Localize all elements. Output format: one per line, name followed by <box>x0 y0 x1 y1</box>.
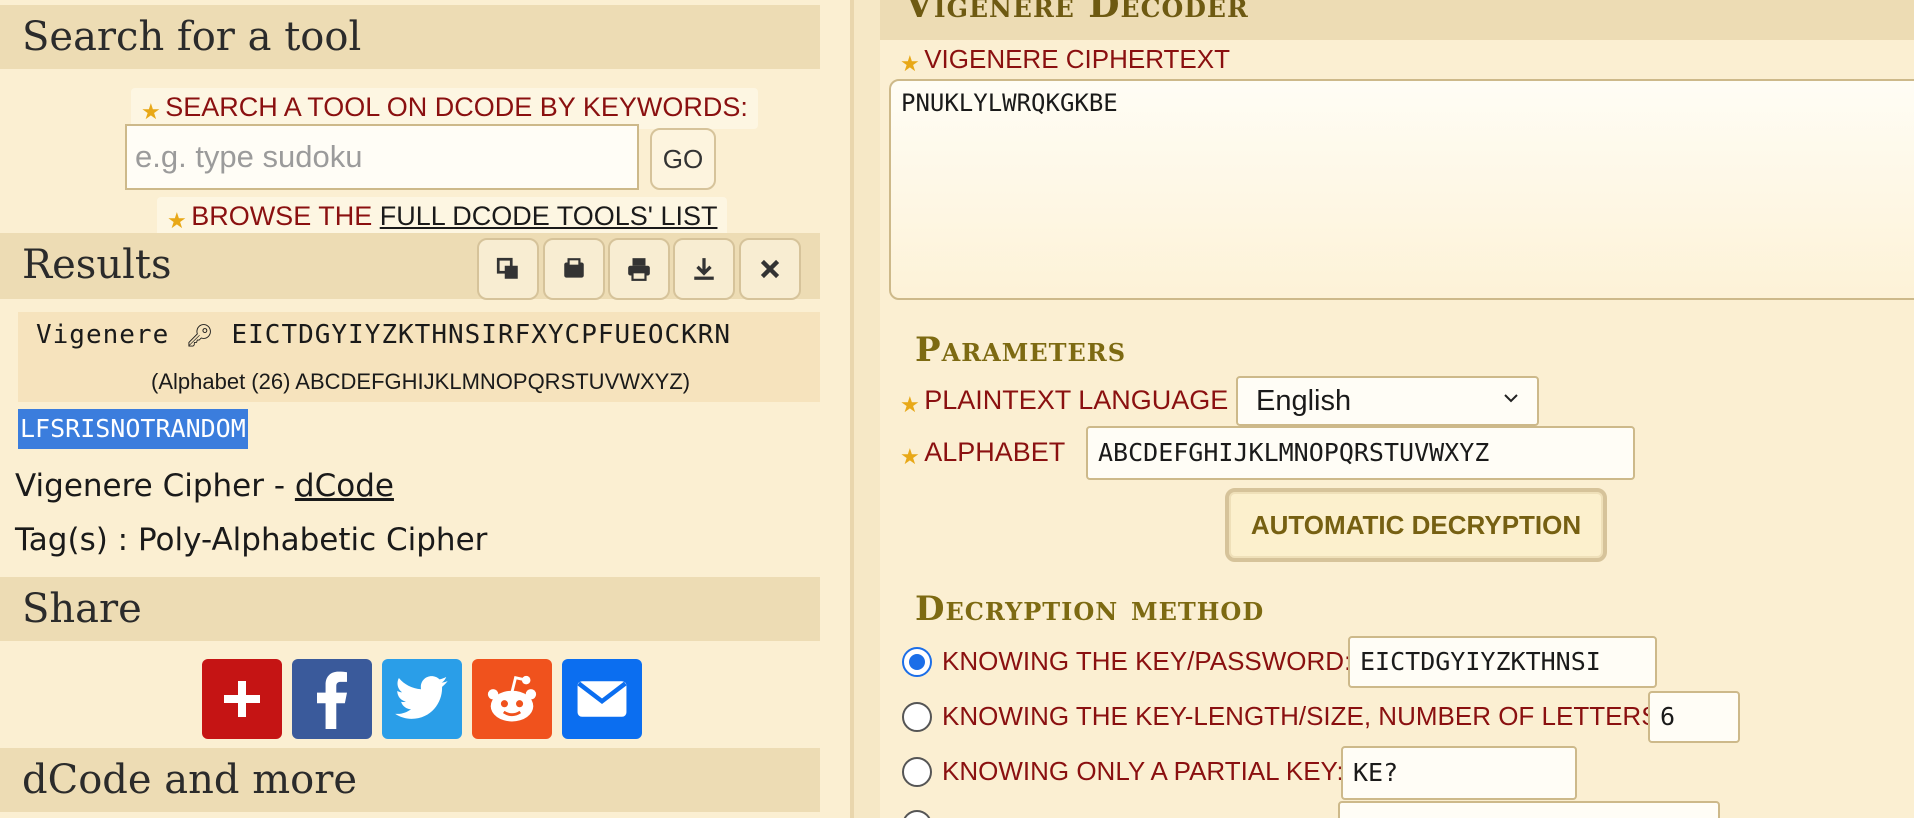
result-key: EICTDGYIYZKTHNSIRFXYCPFUEOCKRN <box>231 320 732 350</box>
reddit-share-button[interactable] <box>472 659 552 739</box>
method-length-label: KNOWING THE KEY-LENGTH/SIZE, NUMBER OF L… <box>942 701 1666 731</box>
tags-line: Tag(s) : Poly-Alphabetic Cipher <box>15 522 488 558</box>
plaintext-word-input[interactable] <box>1338 801 1720 818</box>
search-section-title: Search for a tool <box>0 5 820 69</box>
facebook-share-button[interactable] <box>292 659 372 739</box>
decryption-method-title: Decryption method <box>915 589 1265 629</box>
method-key-label: KNOWING THE KEY/PASSWORD: <box>942 646 1352 676</box>
key-input[interactable]: EICTDGYIYZKTHNSI <box>1348 636 1657 688</box>
clipboard-button[interactable] <box>543 238 605 300</box>
more-section-title: dCode and more <box>0 748 820 812</box>
facebook-icon <box>317 671 347 729</box>
copy-button[interactable] <box>477 238 539 300</box>
star-icon: ★ <box>900 50 920 76</box>
partial-key-input[interactable]: KE? <box>1341 746 1577 800</box>
close-icon <box>760 259 780 279</box>
method-plaintext-radio[interactable] <box>902 810 932 818</box>
key-icon: 🔑︎ <box>185 324 215 349</box>
result-box: Vigenere 🔑︎ EICTDGYIYZKTHNSIRFXYCPFUEOCK… <box>18 312 820 402</box>
alphabet-label: ★ ALPHABET <box>900 437 1066 469</box>
search-input[interactable] <box>125 124 639 190</box>
email-icon <box>577 681 627 717</box>
method-length-radio[interactable] <box>902 702 932 732</box>
star-icon: ★ <box>900 391 920 417</box>
method-partial-label: KNOWING ONLY A PARTIAL KEY: <box>942 756 1344 786</box>
addthis-share-button[interactable] <box>202 659 282 739</box>
ciphertext-label: ★ VIGENERE CIPHERTEXT <box>900 44 1230 76</box>
automatic-decryption-button[interactable]: AUTOMATIC DECRYPTION <box>1225 488 1607 562</box>
dcode-link[interactable]: dCode <box>295 468 394 504</box>
chevron-down-icon <box>1504 394 1518 403</box>
clipboard-icon <box>564 258 584 278</box>
addthis-icon <box>224 681 260 717</box>
result-plaintext[interactable]: LFSRISNOTRANDOM <box>18 409 248 449</box>
decoder-panel: Vigenere Decoder ★ VIGENERE CIPHERTEXT P… <box>880 0 1914 818</box>
download-button[interactable] <box>673 238 735 300</box>
result-tool-name: Vigenere <box>36 320 170 350</box>
star-icon: ★ <box>141 98 161 124</box>
method-key-radio[interactable] <box>902 647 932 677</box>
email-share-button[interactable] <box>562 659 642 739</box>
left-sidebar: Search for a tool ★ SEARCH A TOOL ON DCO… <box>0 0 850 818</box>
browse-line: ★ BROWSE THE FULL DCODE TOOLS' LIST <box>157 197 728 238</box>
twitter-icon <box>395 676 448 719</box>
parameters-title: Parameters <box>915 330 1127 370</box>
method-partial-radio[interactable] <box>902 757 932 787</box>
page-title: Vigenere Decoder <box>905 0 1249 26</box>
twitter-share-button[interactable] <box>382 659 462 739</box>
ciphertext-input[interactable]: PNUKLYLWRQKGKBE <box>889 79 1914 300</box>
reddit-icon <box>487 675 537 722</box>
full-tools-list-link[interactable]: FULL DCODE TOOLS' LIST <box>380 201 718 231</box>
result-line: Vigenere 🔑︎ EICTDGYIYZKTHNSIRFXYCPFUEOCK… <box>36 320 731 350</box>
close-button[interactable] <box>739 238 801 300</box>
print-button[interactable] <box>608 238 670 300</box>
copy-icon <box>496 257 518 279</box>
star-icon: ★ <box>167 207 187 233</box>
language-select[interactable]: English <box>1236 376 1539 426</box>
star-icon: ★ <box>900 443 920 469</box>
result-alphabet: (Alphabet (26) ABCDEFGHIJKLMNOPQRSTUVWXY… <box>151 369 691 394</box>
language-label: ★ PLAINTEXT LANGUAGE <box>900 385 1229 417</box>
go-button[interactable]: GO <box>650 128 716 190</box>
download-icon <box>694 258 714 280</box>
cipher-name-line: Vigenere Cipher - dCode <box>15 468 394 504</box>
search-label: ★ SEARCH A TOOL ON DCODE BY KEYWORDS: <box>131 88 758 129</box>
key-length-input[interactable]: 6 <box>1648 691 1740 743</box>
alphabet-input[interactable]: ABCDEFGHIJKLMNOPQRSTUVWXYZ <box>1086 426 1635 480</box>
share-section-title: Share <box>0 577 820 641</box>
panel-divider <box>850 0 854 818</box>
print-icon <box>628 258 650 281</box>
